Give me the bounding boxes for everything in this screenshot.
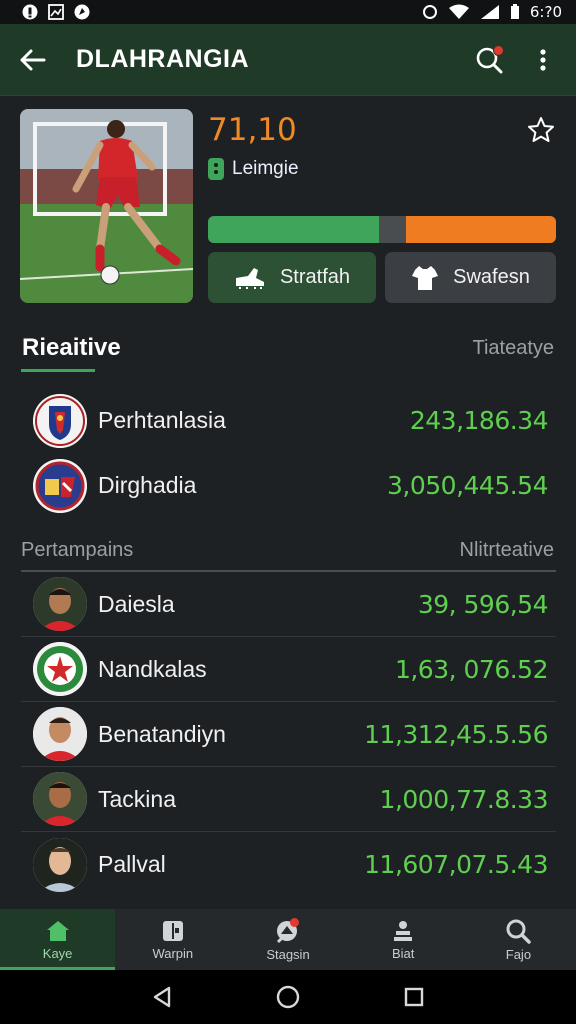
- arrow-left-icon: [20, 49, 46, 70]
- club-crest-shield: [33, 393, 87, 448]
- search-button[interactable]: [462, 24, 516, 96]
- notification-badge: [493, 44, 504, 56]
- location-icon: [422, 5, 437, 19]
- list-item[interactable]: Perhtanlasia 243,186.34: [21, 388, 556, 453]
- nav-item-label: Kaye: [42, 945, 73, 961]
- system-back-icon[interactable]: [151, 985, 173, 1009]
- list-item[interactable]: Tackina 1,000,77.8.33: [21, 767, 556, 832]
- jersey-icon: [162, 920, 183, 941]
- list-item-name: Nandkalas: [98, 655, 207, 682]
- club-crest-star: [33, 642, 87, 696]
- section-right-label: Tiateatye: [472, 337, 554, 359]
- list-item-value: 243,186.34: [409, 406, 549, 435]
- system-home-icon[interactable]: [276, 985, 300, 1009]
- gallery-icon: [48, 4, 64, 20]
- progress-bar: [208, 216, 556, 243]
- league-info: Leimgie: [208, 158, 299, 180]
- league-icon: [208, 158, 224, 180]
- club-crest-round: [33, 458, 87, 513]
- favorite-button[interactable]: [524, 113, 558, 147]
- list-item-value: 11,312,45.5.56: [364, 719, 548, 749]
- section-subheader-right: Nlitrteative: [459, 539, 554, 561]
- app-bar: DLAHRANGIA: [0, 24, 576, 96]
- player-portrait: [33, 707, 87, 761]
- search-icon: [506, 919, 532, 944]
- list-item-name: Tackina: [98, 785, 176, 812]
- bottom-navigation: Kaye Warpin Stagsin Biat Fajo: [0, 909, 576, 970]
- cleat-icon: [235, 267, 264, 289]
- home-icon: [46, 920, 69, 941]
- section-title: Rieaitive: [22, 334, 121, 361]
- list-item-value: 1,63, 076.52: [394, 654, 549, 684]
- nav-item-label: Stagsin: [266, 946, 310, 962]
- list-item-name: Perhtanlasia: [98, 407, 226, 433]
- list-item-name: Dirghadia: [98, 472, 197, 498]
- back-button[interactable]: [0, 24, 64, 96]
- player-portrait: [33, 577, 87, 631]
- player-score: 71,10: [208, 112, 297, 148]
- stratfah-button-label: Stratfah: [279, 266, 351, 288]
- progress-bar-orange: [406, 216, 556, 243]
- person-icon: [394, 920, 413, 941]
- more-vertical-icon: [540, 48, 546, 71]
- notification-icon: [22, 4, 38, 20]
- list-item[interactable]: Daiesla 39, 596,54: [21, 572, 556, 637]
- swafesn-button[interactable]: Swafesn: [385, 252, 556, 303]
- battery-icon: [510, 4, 519, 19]
- list-item-name: Daiesla: [98, 590, 175, 617]
- player-photo: [20, 109, 193, 303]
- list-item-value: 3,050,445.54: [387, 471, 549, 500]
- player-photo-illustration: [20, 109, 193, 303]
- section-subheader-left: Pertampains: [21, 539, 134, 561]
- progress-bar-gap: [378, 216, 407, 243]
- nav-item-label: Biat: [392, 945, 415, 961]
- league-label: Leimgie: [232, 158, 299, 179]
- signal-icon: [480, 5, 499, 19]
- player-portrait: [33, 837, 87, 892]
- more-options-button[interactable]: [516, 24, 570, 96]
- wifi-icon: [448, 4, 469, 19]
- list-item[interactable]: Benatandiyn 11,312,45.5.56: [21, 702, 556, 767]
- progress-bar-green: [208, 216, 379, 243]
- list-item[interactable]: Dirghadia 3,050,445.54: [21, 453, 556, 518]
- stratfah-button[interactable]: Stratfah: [208, 252, 376, 303]
- page-title: DLAHRANGIA: [76, 45, 250, 73]
- star-icon: [528, 117, 554, 142]
- jersey-icon: [412, 265, 439, 290]
- status-time: 6:?0: [529, 3, 562, 21]
- nav-item-label: Warpin: [152, 945, 194, 961]
- section-title-underline: [21, 369, 95, 372]
- list-item-name: Benatandiyn: [98, 720, 226, 747]
- nav-item-label: Fajo: [505, 946, 532, 962]
- list-item-value: 11,607,07.5.43: [364, 850, 548, 879]
- nav-item-stagsin[interactable]: Stagsin: [230, 909, 345, 970]
- nav-item-kaye[interactable]: Kaye: [0, 909, 116, 970]
- status-bar: 6:?0: [0, 0, 576, 24]
- nav-item-fajo[interactable]: Fajo: [461, 909, 576, 970]
- system-navigation-bar: [0, 970, 576, 1024]
- list-item[interactable]: Nandkalas 1,63, 076.52: [21, 637, 556, 702]
- nav-item-biat[interactable]: Biat: [346, 909, 461, 970]
- player-portrait: [33, 772, 87, 826]
- list-item-value: 39, 596,54: [417, 589, 549, 619]
- list-item[interactable]: Pallval 11,607,07.5.43: [21, 832, 556, 897]
- app-icon: [74, 4, 90, 20]
- list-item-value: 1,000,77.8.33: [379, 784, 549, 814]
- system-recents-icon[interactable]: [403, 986, 425, 1008]
- swafesn-button-label: Swafesn: [453, 266, 530, 288]
- list-item-name: Pallval: [98, 851, 166, 877]
- nav-item-warpin[interactable]: Warpin: [115, 909, 230, 970]
